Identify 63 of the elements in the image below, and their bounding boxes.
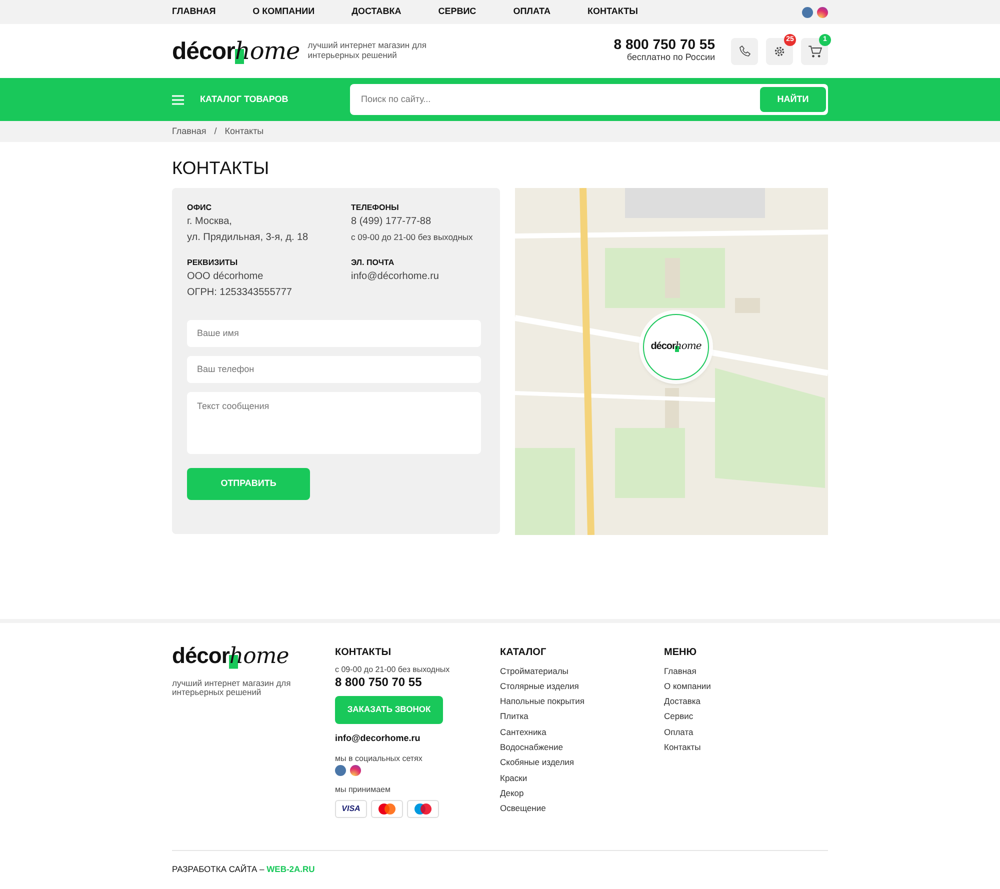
hours-text: с 09-00 до 21-00 без выходных	[335, 664, 451, 676]
phone-number[interactable]: 8 800 750 70 55	[614, 37, 715, 52]
catalog-link[interactable]: Декор	[500, 786, 664, 802]
vk-icon[interactable]	[335, 765, 346, 776]
menu-link[interactable]: О компании	[664, 678, 711, 694]
contact-text: info@décorhome.ru	[351, 270, 440, 284]
vk-icon[interactable]	[802, 6, 813, 18]
section-heading: ТЕЛЕФОНЫ	[351, 202, 400, 214]
phone-icon	[738, 45, 750, 57]
contact-text: 8 (499) 177-77-88	[351, 214, 432, 229]
nav-link[interactable]: О КОМПАНИИ	[252, 5, 315, 19]
email-link[interactable]: info@decorhome.ru	[335, 732, 500, 746]
phone-number[interactable]: 8 800 750 70 55	[335, 676, 500, 688]
catalog-link[interactable]: Краски	[500, 770, 664, 786]
page-title: КОНТАКТЫ	[172, 158, 270, 180]
payments-label: мы принимаем	[335, 784, 392, 796]
catalog-link[interactable]: Водоснабжение	[500, 740, 664, 756]
contact-text: ООО décorhome	[187, 270, 264, 284]
catalog-link[interactable]: Скобяные изделия	[500, 755, 664, 771]
input-field[interactable]: Ваш телефон	[187, 356, 481, 383]
contact-text: ОГРН: 1253343555777	[187, 286, 293, 300]
gear-icon	[773, 44, 786, 58]
catalog-link[interactable]: Стройматериалы	[500, 664, 664, 679]
column-heading: МЕНЮ	[664, 646, 698, 660]
nav-link[interactable]: ДОСТАВКА	[352, 5, 402, 19]
menu-link[interactable]: Главная	[664, 664, 711, 679]
section-heading: ОФИС	[187, 202, 213, 214]
menu-link[interactable]: Сервис	[664, 709, 711, 725]
section-heading: РЕКВИЗИТЫ	[187, 256, 239, 269]
column-heading: КАТАЛОГ	[500, 646, 548, 660]
catalog-link[interactable]: Столярные изделия	[500, 678, 664, 694]
column-heading: КОНТАКТЫ	[335, 646, 392, 660]
menu-link[interactable]: Оплата	[664, 724, 711, 740]
nav-link[interactable]: СЕРВИС	[438, 5, 476, 19]
nav-link[interactable]: ОПЛАТА	[513, 5, 550, 19]
phone-note: бесплатно по России	[626, 51, 715, 64]
tagline: лучший интернет магазин для интерьерных решений	[308, 41, 428, 61]
catalog-link[interactable]: Освещение	[500, 801, 664, 817]
message-field[interactable]: Текст сообщения	[187, 392, 481, 454]
contact-text: г. Москва,	[187, 214, 233, 229]
menu-link[interactable]: Доставка	[664, 694, 711, 710]
section-heading: ЭЛ. ПОЧТА	[351, 256, 396, 269]
input-field[interactable]: Ваше имя	[187, 320, 481, 347]
card-logo-icon	[407, 800, 439, 818]
breadcrumb-link[interactable]: Главная	[172, 124, 206, 138]
contact-text: ул. Прядильная, 3-я, д. 18	[187, 231, 310, 246]
breadcrumb-link[interactable]: Контакты	[224, 124, 264, 138]
nav-link[interactable]: ГЛАВНАЯ	[172, 5, 216, 19]
card-logo-icon	[371, 800, 403, 818]
social-label: мы в социальных сетях	[335, 753, 424, 766]
instagram-icon[interactable]	[350, 765, 361, 776]
nav-link[interactable]: КОНТАКТЫ	[587, 5, 638, 19]
phone-button[interactable]	[731, 38, 758, 64]
breadcrumb-separator: /	[214, 124, 217, 138]
credits-text: РАЗРАБОТКА САЙТА –	[172, 864, 264, 874]
instagram-icon[interactable]	[817, 6, 828, 18]
catalog-link[interactable]: Сантехника	[500, 724, 664, 740]
catalog-link[interactable]: Напольные покрытия	[500, 694, 664, 710]
cart-icon	[808, 44, 822, 58]
catalog-link[interactable]: Плитка	[500, 709, 664, 725]
menu-link[interactable]: Контакты	[664, 740, 711, 756]
contact-text: с 09-00 до 21-00 без выходных	[351, 231, 474, 244]
tagline: лучший интернет магазин для интерьерных решений	[172, 678, 292, 698]
